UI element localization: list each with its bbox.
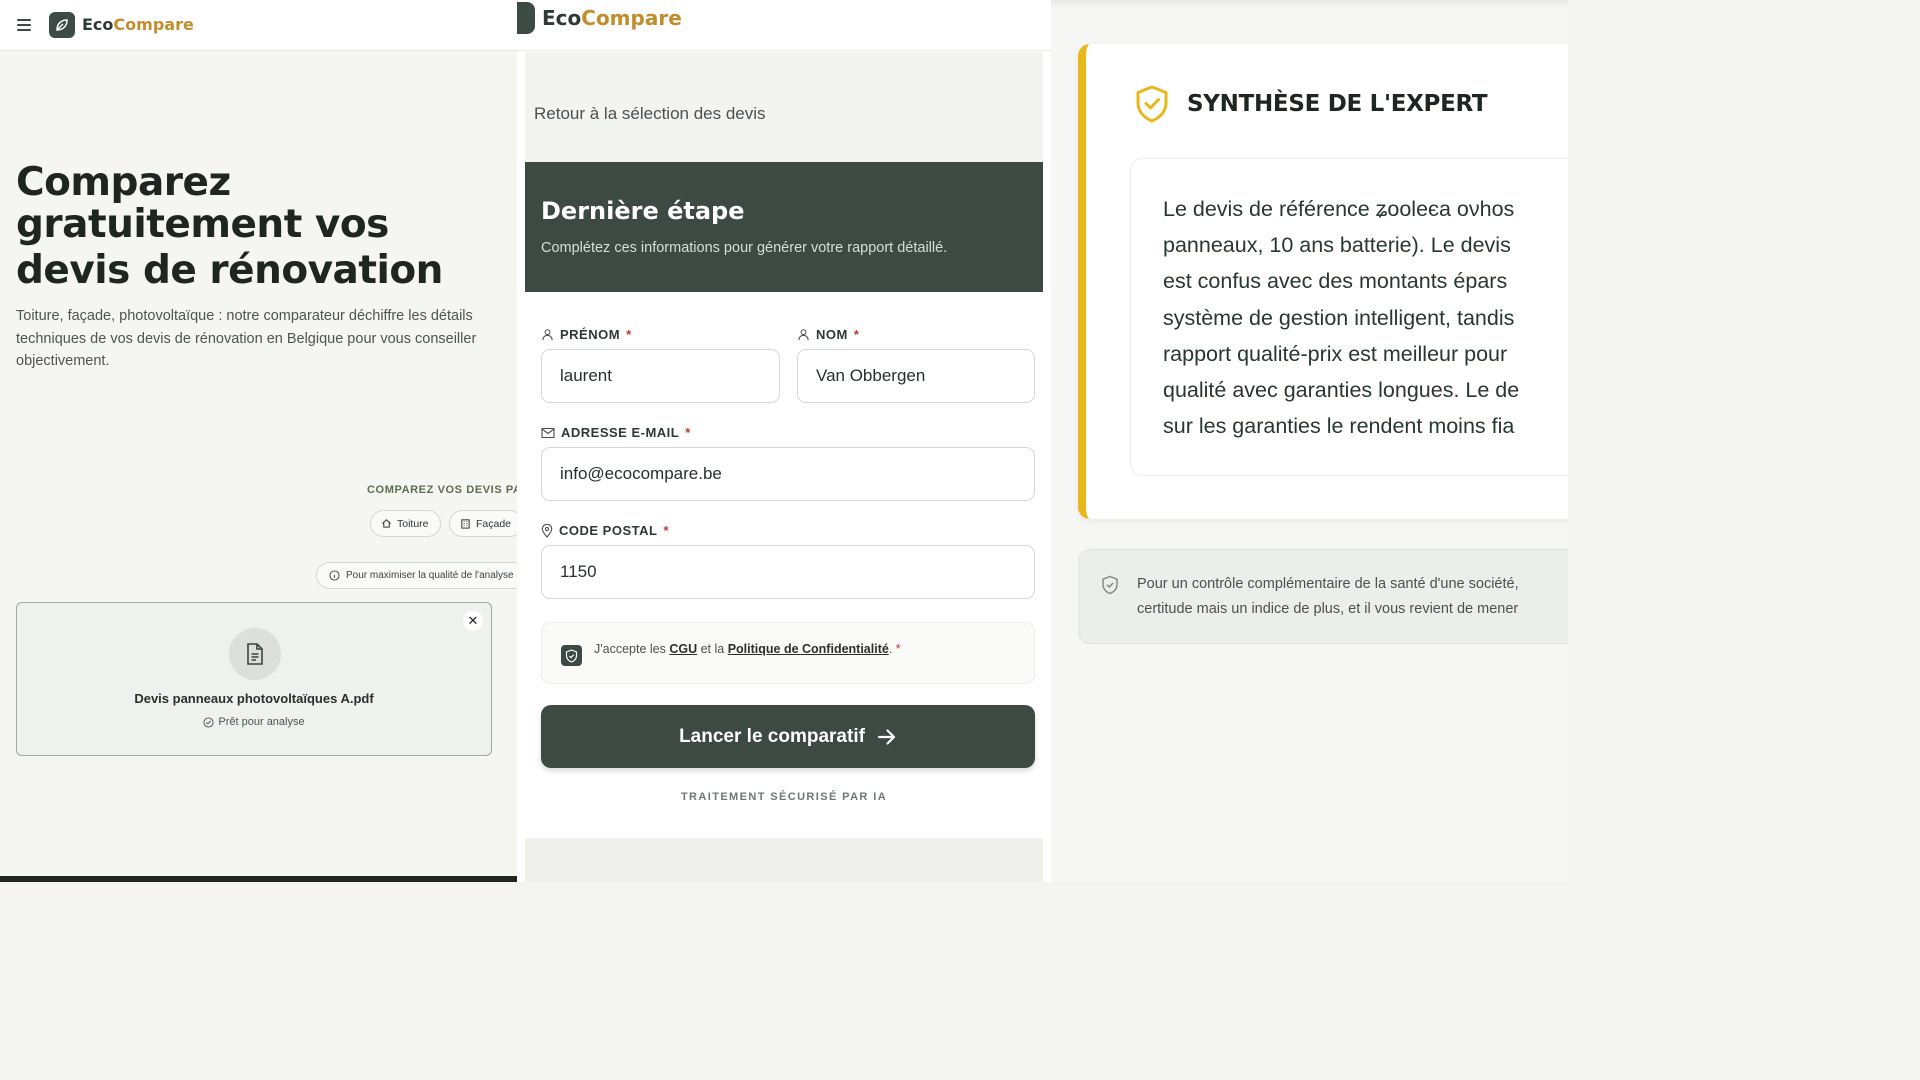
expert-text-line: qualité avec garanties longues. Le de bbox=[1163, 378, 1520, 403]
required-mark: * bbox=[626, 327, 632, 342]
cgu-link[interactable]: CGU bbox=[669, 642, 697, 656]
tip-text: Pour maximiser la qualité de l'analyse bbox=[346, 570, 514, 581]
expert-title: SYNTHÈSE DE L'EXPERT bbox=[1187, 91, 1488, 117]
info-text-line: certitude mais un indice de plus, et il … bbox=[1137, 601, 1519, 617]
shield-check-icon bbox=[1101, 575, 1119, 600]
top-navbar: EcoCompare bbox=[0, 0, 517, 51]
hero-title: Comparez gratuitement vos devis de rénov… bbox=[16, 162, 496, 292]
email-label: ADRESSE E-MAIL * bbox=[541, 425, 691, 440]
expert-synthesis-card: SYNTHÈSE DE L'EXPERT Le devis de référen… bbox=[1078, 44, 1568, 519]
consent-box: J'accepte les CGU et la Politique de Con… bbox=[541, 622, 1035, 684]
required-mark: * bbox=[663, 523, 669, 538]
chip-label: Façade bbox=[476, 517, 512, 530]
prenom-label-text: PRÉNOM bbox=[560, 327, 621, 342]
file-name: Devis panneaux photovoltaïques A.pdf bbox=[134, 691, 374, 706]
required-mark: * bbox=[853, 327, 860, 342]
mail-icon bbox=[541, 427, 555, 438]
category-chip-toiture[interactable]: Toiture bbox=[370, 510, 441, 537]
prenom-input[interactable]: laurent bbox=[541, 349, 780, 403]
consent-text: J'accepte les CGU et la Politique de Con… bbox=[594, 642, 901, 656]
expert-text: Le devis de référence ʑooleєa oνhos pann… bbox=[1163, 191, 1568, 444]
brand-logo[interactable]: EcoCompare bbox=[542, 6, 682, 30]
leaf-logo-icon[interactable] bbox=[517, 2, 535, 34]
consent-middle: et la bbox=[697, 642, 728, 656]
expert-text-line: est confus avec des montants épars bbox=[1163, 269, 1508, 294]
nom-label: NOM * bbox=[797, 327, 859, 342]
compare-section-label: COMPAREZ VOS DEVIS PA bbox=[367, 484, 517, 496]
home-icon bbox=[382, 519, 391, 528]
expert-text-line: système de gestion intelligent, tandis bbox=[1163, 305, 1515, 330]
chip-label: Toiture bbox=[397, 517, 429, 530]
hero-description: Toiture, façade, photovoltaïque : notre … bbox=[16, 308, 477, 369]
postal-label: CODE POSTAL * bbox=[541, 523, 669, 538]
consent-prefix: J'accepte les bbox=[594, 642, 670, 656]
leaf-logo-icon[interactable] bbox=[49, 12, 75, 38]
hero-title-line: Comparez bbox=[16, 160, 231, 205]
top-shade bbox=[1051, 0, 1568, 8]
expert-text-line: Le devis de référence ʑooleєa oνhos bbox=[1163, 197, 1515, 221]
brand-compare: Compare bbox=[113, 15, 194, 34]
info-text: Pour un contrôle complémentaire de la sa… bbox=[1137, 572, 1519, 622]
hero-title-line: gratuitement vos bbox=[16, 202, 389, 247]
close-icon[interactable]: ✕ bbox=[463, 611, 483, 631]
brand-eco: Eco bbox=[542, 6, 582, 30]
info-icon bbox=[329, 570, 340, 581]
menu-icon[interactable] bbox=[17, 19, 31, 31]
check-circle-icon bbox=[203, 716, 214, 728]
analysis-tip: Pour maximiser la qualité de l'analyse bbox=[316, 562, 517, 589]
postal-code-input[interactable]: 1150 bbox=[541, 545, 1035, 599]
user-icon bbox=[798, 329, 809, 341]
email-label-text: ADRESSE E-MAIL bbox=[561, 425, 680, 440]
step-title: Dernière étape bbox=[541, 197, 745, 225]
launch-comparison-button[interactable]: Lancer le comparatif bbox=[541, 705, 1035, 768]
expert-text-line: panneaux, 10 ans batterie). Le devis bbox=[1163, 233, 1511, 258]
expert-text-line: rapport qualité-prix est meilleur pour bbox=[1163, 341, 1508, 366]
consent-suffix: . bbox=[888, 642, 893, 656]
landing-panel: EcoCompare Comparez gratuitement vos dev… bbox=[0, 0, 517, 882]
shield-check-icon bbox=[1134, 84, 1170, 129]
brand-compare: Compare bbox=[581, 6, 682, 30]
file-status: Prêt pour analyse bbox=[17, 716, 491, 728]
location-pin-icon bbox=[541, 523, 553, 538]
hero-title-line: devis de rénovation bbox=[16, 248, 443, 293]
consent-checkbox[interactable] bbox=[561, 645, 582, 666]
nom-input[interactable]: Van Obbergen bbox=[797, 349, 1035, 403]
form-panel: EcoCompare Retour à la sélection des dev… bbox=[517, 0, 1051, 882]
expert-text-line: sur les garanties le rendent moins fia bbox=[1163, 414, 1515, 439]
form-content: Retour à la sélection des devis Dernière… bbox=[525, 52, 1043, 838]
prenom-label: PRÉNOM * bbox=[541, 327, 632, 342]
form-body: PRÉNOM * laurent NOM * Van Obbergen ADRE… bbox=[525, 292, 1043, 838]
building-icon bbox=[461, 519, 470, 529]
footer-strip bbox=[525, 838, 1043, 882]
step-header: Dernière étape Complétez ces information… bbox=[525, 162, 1043, 292]
category-chip-facade[interactable]: Façade bbox=[449, 510, 517, 537]
info-notice: Pour un contrôle complémentaire de la sa… bbox=[1078, 549, 1568, 644]
postal-label-text: CODE POSTAL bbox=[559, 523, 658, 538]
secure-note: TRAITEMENT SÉCURISÉ PAR IA bbox=[680, 791, 888, 803]
shield-check-icon bbox=[565, 648, 578, 663]
required-mark: * bbox=[895, 642, 901, 656]
brand-eco: Eco bbox=[82, 15, 114, 34]
nom-label-text: NOM bbox=[816, 327, 848, 342]
privacy-policy-link[interactable]: Politique de Confidentialité bbox=[728, 642, 889, 656]
top-navbar: EcoCompare bbox=[517, 0, 1051, 51]
file-status-text: Prêt pour analyse bbox=[218, 716, 305, 728]
user-icon bbox=[542, 329, 553, 341]
submit-label: Lancer le comparatif bbox=[679, 725, 865, 747]
bottom-edge bbox=[0, 876, 517, 882]
uploaded-file-card: ✕ Devis panneaux photovoltaïques A.pdf P… bbox=[16, 602, 492, 756]
back-link[interactable]: Retour à la sélection des devis bbox=[534, 104, 766, 124]
expert-panel: SYNTHÈSE DE L'EXPERT Le devis de référen… bbox=[1051, 0, 1568, 882]
email-input[interactable]: info@ecocompare.be bbox=[541, 447, 1035, 501]
brand-logo[interactable]: EcoCompare bbox=[82, 15, 194, 34]
document-icon bbox=[229, 628, 281, 680]
step-subtitle: Complétez ces informations pour générer … bbox=[541, 240, 948, 256]
info-text-line: Pour un contrôle complémentaire de la sa… bbox=[1137, 576, 1519, 592]
expert-text-box: Le devis de référence ʑooleєa oνhos pann… bbox=[1130, 158, 1568, 476]
required-mark: * bbox=[685, 425, 691, 440]
arrow-right-icon bbox=[877, 728, 896, 745]
